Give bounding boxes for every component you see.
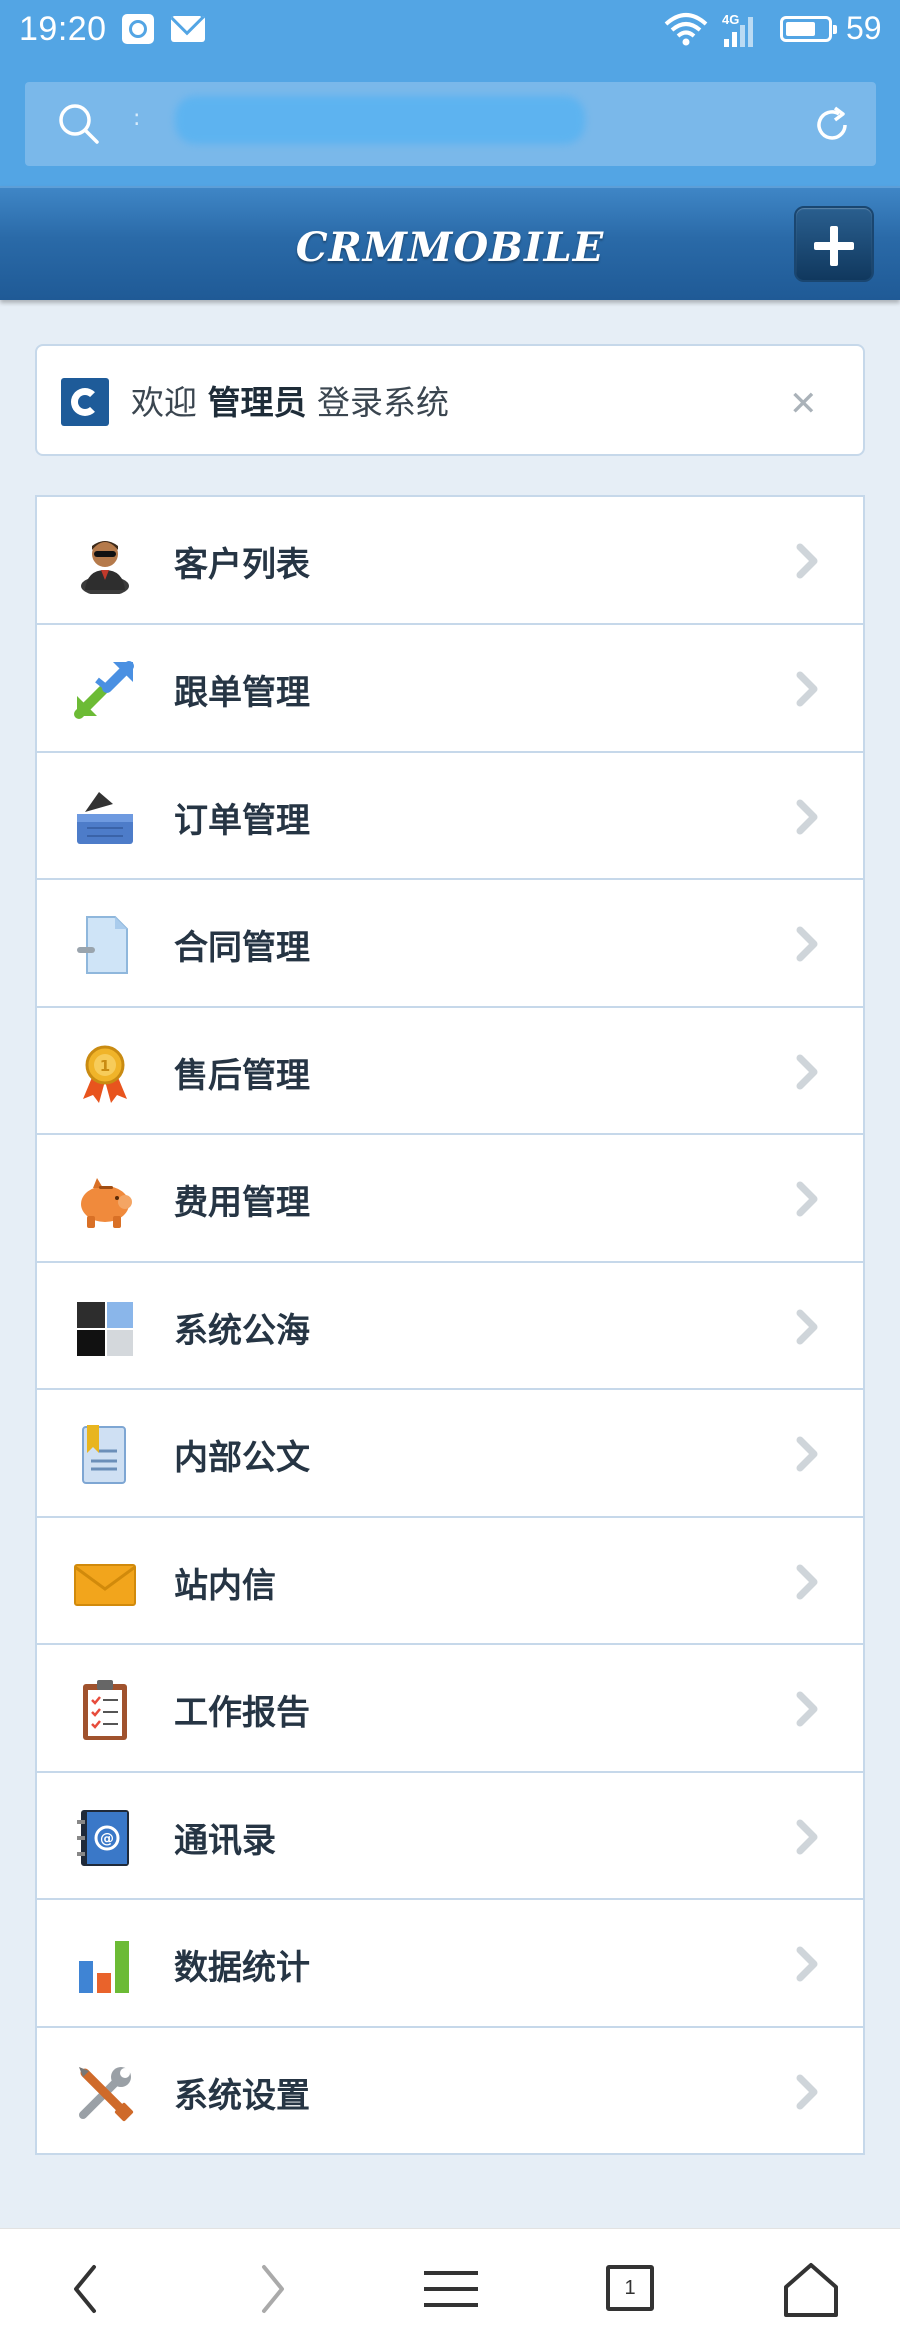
chevron-right-icon: [796, 1819, 818, 1854]
svg-text:@: @: [100, 1831, 114, 1847]
battery-icon: [780, 16, 837, 42]
order-basket-icon: [77, 791, 133, 844]
signal-icon: [724, 17, 753, 47]
welcome-suffix: 登录系统: [317, 383, 449, 422]
browser-bar: :: [0, 64, 900, 186]
menu-item-expenses[interactable]: 费用管理: [37, 1133, 863, 1261]
welcome-prefix: 欢迎: [131, 383, 197, 422]
home-icon[interactable]: [776, 2259, 846, 2319]
menu-item-messages[interactable]: 站内信: [37, 1515, 863, 1644]
app-notification-icon: [122, 14, 154, 44]
menu-label: 费用管理: [174, 1183, 310, 1223]
chevron-right-icon: [796, 1054, 818, 1089]
clipboard-checklist-icon: [83, 1680, 127, 1740]
mail-icon: [171, 16, 205, 42]
url-obscured-area: [175, 96, 585, 144]
menu-item-contracts[interactable]: 合同管理: [37, 878, 863, 1006]
svg-text:1: 1: [100, 1057, 110, 1075]
tools-wrench-icon: [79, 2066, 134, 2121]
chevron-right-icon: [796, 1181, 818, 1217]
menu-item-internal-docs[interactable]: 内部公文: [37, 1388, 863, 1516]
app-logo: CRMMOBILE: [295, 224, 605, 271]
chevron-right-icon: [796, 2074, 818, 2109]
add-button[interactable]: [794, 206, 874, 282]
menu-label: 售后管理: [174, 1055, 310, 1096]
award-medal-icon: 1: [83, 1045, 127, 1103]
menu-item-customers[interactable]: 客户列表: [37, 497, 863, 623]
welcome-message: 欢迎 管理员 登录系统: [131, 376, 449, 424]
search-icon: [59, 104, 99, 144]
wifi-icon: [664, 13, 708, 46]
chevron-right-icon: [796, 799, 818, 834]
menu-label: 工作报告: [174, 1693, 310, 1733]
chevron-right-icon: [796, 926, 818, 962]
contract-document-icon: [77, 916, 128, 974]
chevron-right-icon: [796, 1436, 818, 1472]
chevron-right-icon: [796, 1691, 818, 1727]
menu-label: 系统设置: [174, 2075, 310, 2116]
squares-grid-icon: [77, 1301, 133, 1356]
menu-item-work-reports[interactable]: 工作报告: [37, 1643, 863, 1771]
battery-level: 59: [846, 10, 882, 46]
menu-label: 跟单管理: [174, 673, 310, 713]
menu-item-contacts[interactable]: @ 通讯录: [37, 1770, 863, 1899]
address-bar[interactable]: :: [25, 82, 876, 166]
forward-icon[interactable]: [236, 2259, 306, 2319]
follow-up-arrows-icon: [74, 661, 134, 719]
menu-item-after-sales[interactable]: 1 售后管理: [37, 1005, 863, 1134]
chevron-right-icon: [796, 543, 818, 579]
menu-label: 客户列表: [174, 545, 310, 585]
chevron-right-icon: [796, 1564, 818, 1599]
refresh-icon[interactable]: [811, 104, 853, 146]
chevron-right-icon: [796, 671, 818, 707]
envelope-icon: [74, 1563, 136, 1606]
app-header: CRMMOBILE: [0, 186, 900, 300]
address-book-icon: @: [77, 1809, 129, 1866]
tabs-icon[interactable]: 1: [596, 2259, 666, 2319]
status-bar: 19:20 4G 59: [0, 0, 900, 64]
menu-item-orders[interactable]: 订单管理: [37, 750, 863, 879]
menu-item-follow-up[interactable]: 跟单管理: [37, 623, 863, 751]
menu-label: 站内信: [174, 1565, 276, 1606]
brand-logo-icon: [61, 378, 109, 426]
main-menu: 客户列表 跟单管理 订单管理 合同管理 1 售后管理 费用管理 系统公海 内部公…: [35, 495, 865, 2155]
piggy-bank-icon: [81, 1178, 132, 1228]
menu-label: 订单管理: [174, 800, 310, 841]
menu-icon[interactable]: [416, 2259, 486, 2319]
customer-icon: [81, 541, 129, 594]
menu-label: 合同管理: [174, 928, 310, 968]
menu-item-public-pool[interactable]: 系统公海: [37, 1260, 863, 1389]
menu-label: 内部公文: [174, 1438, 310, 1478]
chevron-right-icon: [796, 1309, 818, 1344]
menu-item-statistics[interactable]: 数据统计: [37, 1898, 863, 2026]
menu-label: 数据统计: [174, 1948, 310, 1988]
menu-item-settings[interactable]: 系统设置: [37, 2025, 863, 2154]
menu-label: 系统公海: [174, 1310, 310, 1351]
menu-label: 通讯录: [174, 1820, 276, 1861]
welcome-banner: 欢迎 管理员 登录系统 ✕: [35, 344, 865, 456]
bar-chart-icon: [79, 1941, 129, 1993]
tab-count: 1: [606, 2265, 654, 2311]
close-icon[interactable]: ✕: [789, 384, 818, 424]
welcome-username: 管理员: [207, 383, 307, 422]
back-icon[interactable]: [54, 2259, 124, 2319]
url-text: :: [133, 106, 141, 131]
browser-bottom-nav: 1: [0, 2228, 900, 2350]
bookmark-document-icon: [82, 1425, 126, 1484]
chevron-right-icon: [796, 1946, 818, 1982]
status-time: 19:20: [19, 10, 107, 48]
